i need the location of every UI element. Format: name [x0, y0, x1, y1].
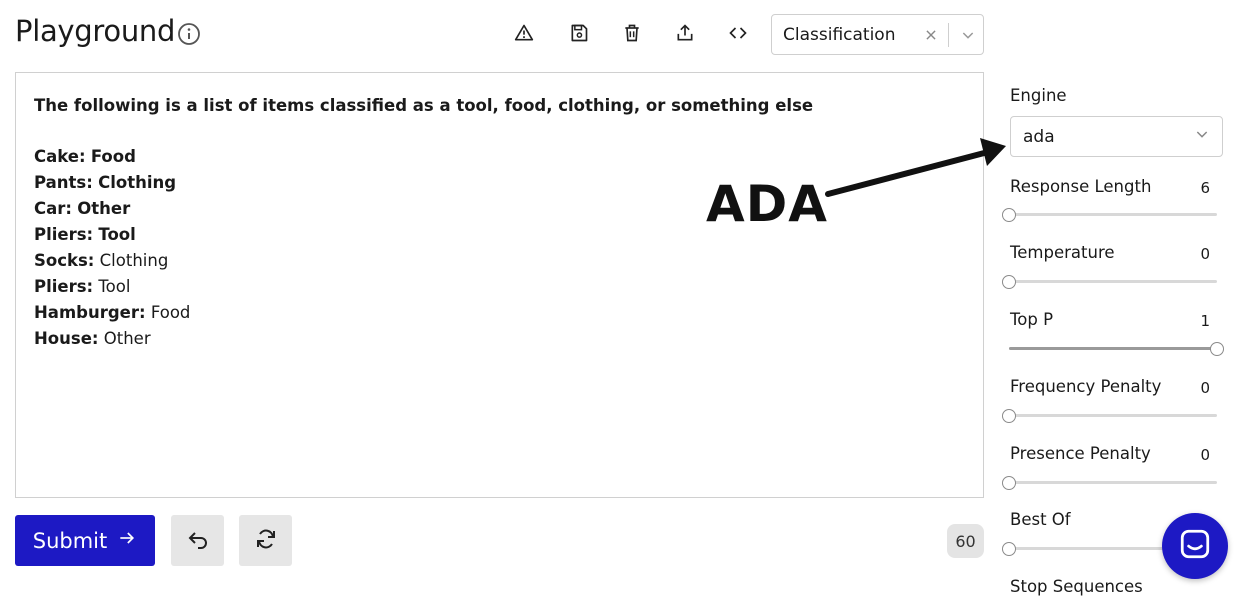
submit-button[interactable]: Submit [15, 515, 155, 566]
item-category: Food [90, 147, 136, 166]
regenerate-button[interactable] [239, 515, 292, 566]
top-p-slider[interactable] [1009, 341, 1224, 357]
preset-value: Classification [783, 24, 896, 45]
item-name: Pliers: [34, 277, 94, 296]
top-p-label: Top P [1010, 310, 1054, 329]
separator [948, 22, 949, 47]
temperature-slider[interactable] [1002, 274, 1217, 290]
prompt-heading: The following is a list of items classif… [34, 96, 814, 115]
prompt-line: House: Other [34, 326, 965, 352]
slider-thumb[interactable] [1002, 275, 1016, 289]
token-count-badge: 60 [947, 524, 984, 558]
item-category: Tool [98, 225, 136, 244]
frequency-penalty-slider[interactable] [1002, 408, 1217, 424]
share-button[interactable] [672, 22, 698, 48]
warning-icon [514, 23, 534, 47]
best-of-label: Best Of [1010, 510, 1071, 529]
item-name: Cake: [34, 147, 86, 166]
temperature-value: 0 [1200, 245, 1210, 263]
prompt-line: Socks: Clothing [34, 248, 965, 274]
item-name: Pliers: [34, 225, 94, 244]
save-icon [569, 23, 589, 47]
code-icon [728, 23, 748, 47]
response-length-slider[interactable] [1002, 207, 1217, 223]
frequency-penalty-label: Frequency Penalty [1010, 377, 1162, 396]
delete-button[interactable] [619, 22, 645, 48]
slider-thumb[interactable] [1002, 208, 1016, 222]
slider-thumb[interactable] [1002, 476, 1016, 490]
ada-annotation-label: ADA [706, 175, 828, 233]
stop-sequences-label: Stop Sequences [1010, 577, 1143, 596]
item-category: Tool [98, 277, 131, 296]
item-category: Other [77, 199, 131, 218]
prompt-line: Pliers: Tool [34, 274, 965, 300]
share-icon [675, 23, 695, 47]
view-code-button[interactable] [725, 22, 751, 48]
presence-penalty-label: Presence Penalty [1010, 444, 1151, 463]
item-name: Hamburger: [34, 303, 146, 322]
refresh-icon [254, 527, 278, 555]
response-length-value: 6 [1200, 179, 1210, 197]
presence-penalty-value: 0 [1200, 446, 1210, 464]
item-category: Food [150, 303, 191, 322]
response-length-label: Response Length [1010, 177, 1152, 196]
save-button[interactable] [566, 22, 592, 48]
presence-penalty-slider[interactable] [1002, 475, 1217, 491]
chevron-down-icon [1194, 126, 1210, 147]
item-name: Pants: [34, 173, 93, 192]
undo-button[interactable] [171, 515, 224, 566]
clear-icon[interactable] [918, 22, 944, 48]
slider-thumb[interactable] [1210, 342, 1224, 356]
frequency-penalty-value: 0 [1200, 379, 1210, 397]
temperature-label: Temperature [1010, 243, 1115, 262]
page-title: Playground [15, 14, 176, 48]
preset-select[interactable]: Classification [771, 14, 984, 55]
chat-widget-button[interactable] [1162, 513, 1228, 579]
slider-thumb[interactable] [1002, 409, 1016, 423]
slider-thumb[interactable] [1002, 542, 1016, 556]
item-category: Other [103, 329, 151, 348]
item-category: Clothing [98, 173, 177, 192]
chevron-down-icon[interactable] [953, 22, 983, 48]
item-name: Socks: [34, 251, 95, 270]
annotation-arrow-icon [825, 138, 1006, 197]
arrow-right-icon [117, 528, 137, 553]
engine-value: ada [1023, 126, 1055, 147]
engine-label: Engine [1010, 86, 1067, 105]
item-name: Car: [34, 199, 72, 218]
warning-button[interactable] [511, 22, 537, 48]
engine-select[interactable]: ada [1010, 116, 1223, 157]
info-icon[interactable] [177, 22, 201, 46]
submit-label: Submit [32, 528, 108, 553]
trash-icon [622, 23, 642, 47]
item-name: House: [34, 329, 99, 348]
item-category: Clothing [99, 251, 169, 270]
undo-icon [186, 527, 210, 555]
top-p-value: 1 [1200, 312, 1210, 330]
chat-icon [1178, 527, 1212, 565]
prompt-line: Hamburger: Food [34, 300, 965, 326]
